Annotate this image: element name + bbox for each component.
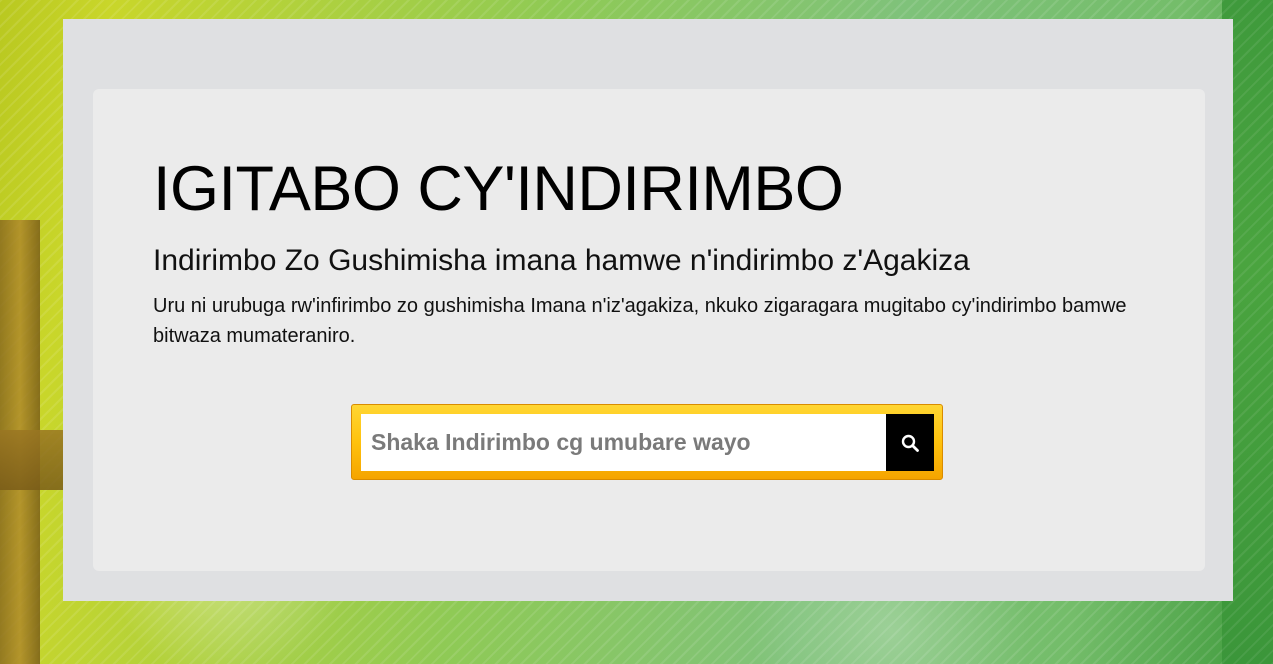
outer-panel: IGITABO CY'INDIRIMBO Indirimbo Zo Gushim…	[63, 19, 1233, 601]
search-form	[351, 404, 943, 480]
page-description: Uru ni urubuga rw'infirimbo zo gushimish…	[153, 295, 1127, 347]
background-post-crossbar	[0, 430, 64, 490]
page-subtitle: Indirimbo Zo Gushimisha imana hamwe n'in…	[153, 244, 970, 277]
page-title: IGITABO CY'INDIRIMBO	[153, 154, 844, 224]
search-input[interactable]	[361, 414, 887, 471]
search-icon	[901, 434, 919, 452]
search-button[interactable]	[886, 414, 934, 471]
hero-panel: IGITABO CY'INDIRIMBO Indirimbo Zo Gushim…	[93, 89, 1205, 571]
